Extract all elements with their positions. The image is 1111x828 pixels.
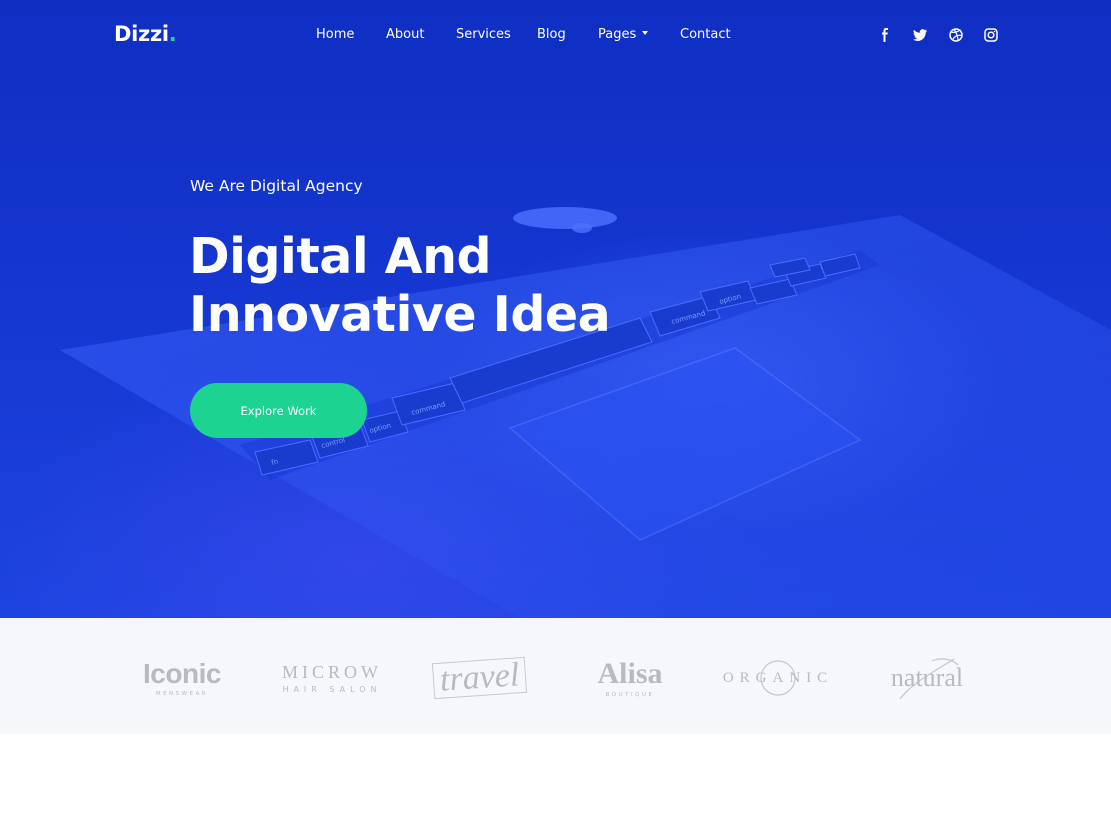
nav-item-services[interactable]: Services	[456, 27, 511, 42]
chevron-down-icon	[642, 30, 649, 35]
hero-section: fn control option command command option…	[0, 0, 1111, 618]
nav-item-contact[interactable]: Contact	[680, 27, 731, 42]
brand-logo-alisa[interactable]: Alisa BOUTIQUE	[565, 648, 695, 708]
brand-name: travel	[432, 656, 528, 700]
brand-name: ORGANIC	[722, 669, 834, 686]
dribbble-icon[interactable]	[948, 27, 964, 43]
twitter-icon[interactable]	[912, 27, 928, 43]
logo-dot: .	[168, 22, 177, 46]
brand-logo-microw[interactable]: MICROW HAIR SALON	[267, 648, 397, 708]
instagram-icon[interactable]	[983, 27, 999, 43]
hero-subtitle: We Are Digital Agency	[190, 177, 363, 195]
nav-item-blog[interactable]: Blog	[537, 27, 566, 42]
brand-logo-travel[interactable]: travel	[415, 648, 545, 708]
brand-tagline: HAIR SALON	[282, 684, 382, 694]
brand-name: MICROW	[282, 661, 382, 682]
brand-logo-organic[interactable]: ORGANIC	[713, 648, 843, 708]
nav-item-about[interactable]: About	[386, 27, 424, 42]
facebook-icon[interactable]	[877, 27, 893, 43]
brand-logo-iconic[interactable]: Iconic MENSWEAR	[117, 648, 247, 708]
brand-tagline: MENSWEAR	[155, 690, 209, 697]
hero-title-line-2: Innovative Idea	[189, 286, 611, 343]
navbar: Dizzi. Home About Services Blog Pages Co…	[0, 0, 1111, 72]
nav-item-pages[interactable]: Pages	[598, 27, 649, 42]
site-logo[interactable]: Dizzi.	[114, 22, 177, 46]
brand-name: Alisa	[597, 656, 663, 690]
hero-title: Digital And Innovative Idea	[189, 228, 611, 344]
brand-logo-natural[interactable]: natural	[862, 648, 992, 708]
brand-tagline: BOUTIQUE	[605, 691, 655, 698]
logo-text: Dizzi	[114, 22, 169, 46]
brand-logos-strip: Iconic MENSWEAR MICROW HAIR SALON travel…	[0, 618, 1111, 734]
brand-name: Iconic	[143, 657, 221, 689]
nav-item-pages-label: Pages	[598, 27, 637, 42]
hero-title-line-1: Digital And	[189, 228, 492, 285]
explore-work-button[interactable]: Explore Work	[190, 383, 367, 438]
nav-item-home[interactable]: Home	[316, 27, 354, 42]
brand-name: natural	[890, 663, 964, 692]
